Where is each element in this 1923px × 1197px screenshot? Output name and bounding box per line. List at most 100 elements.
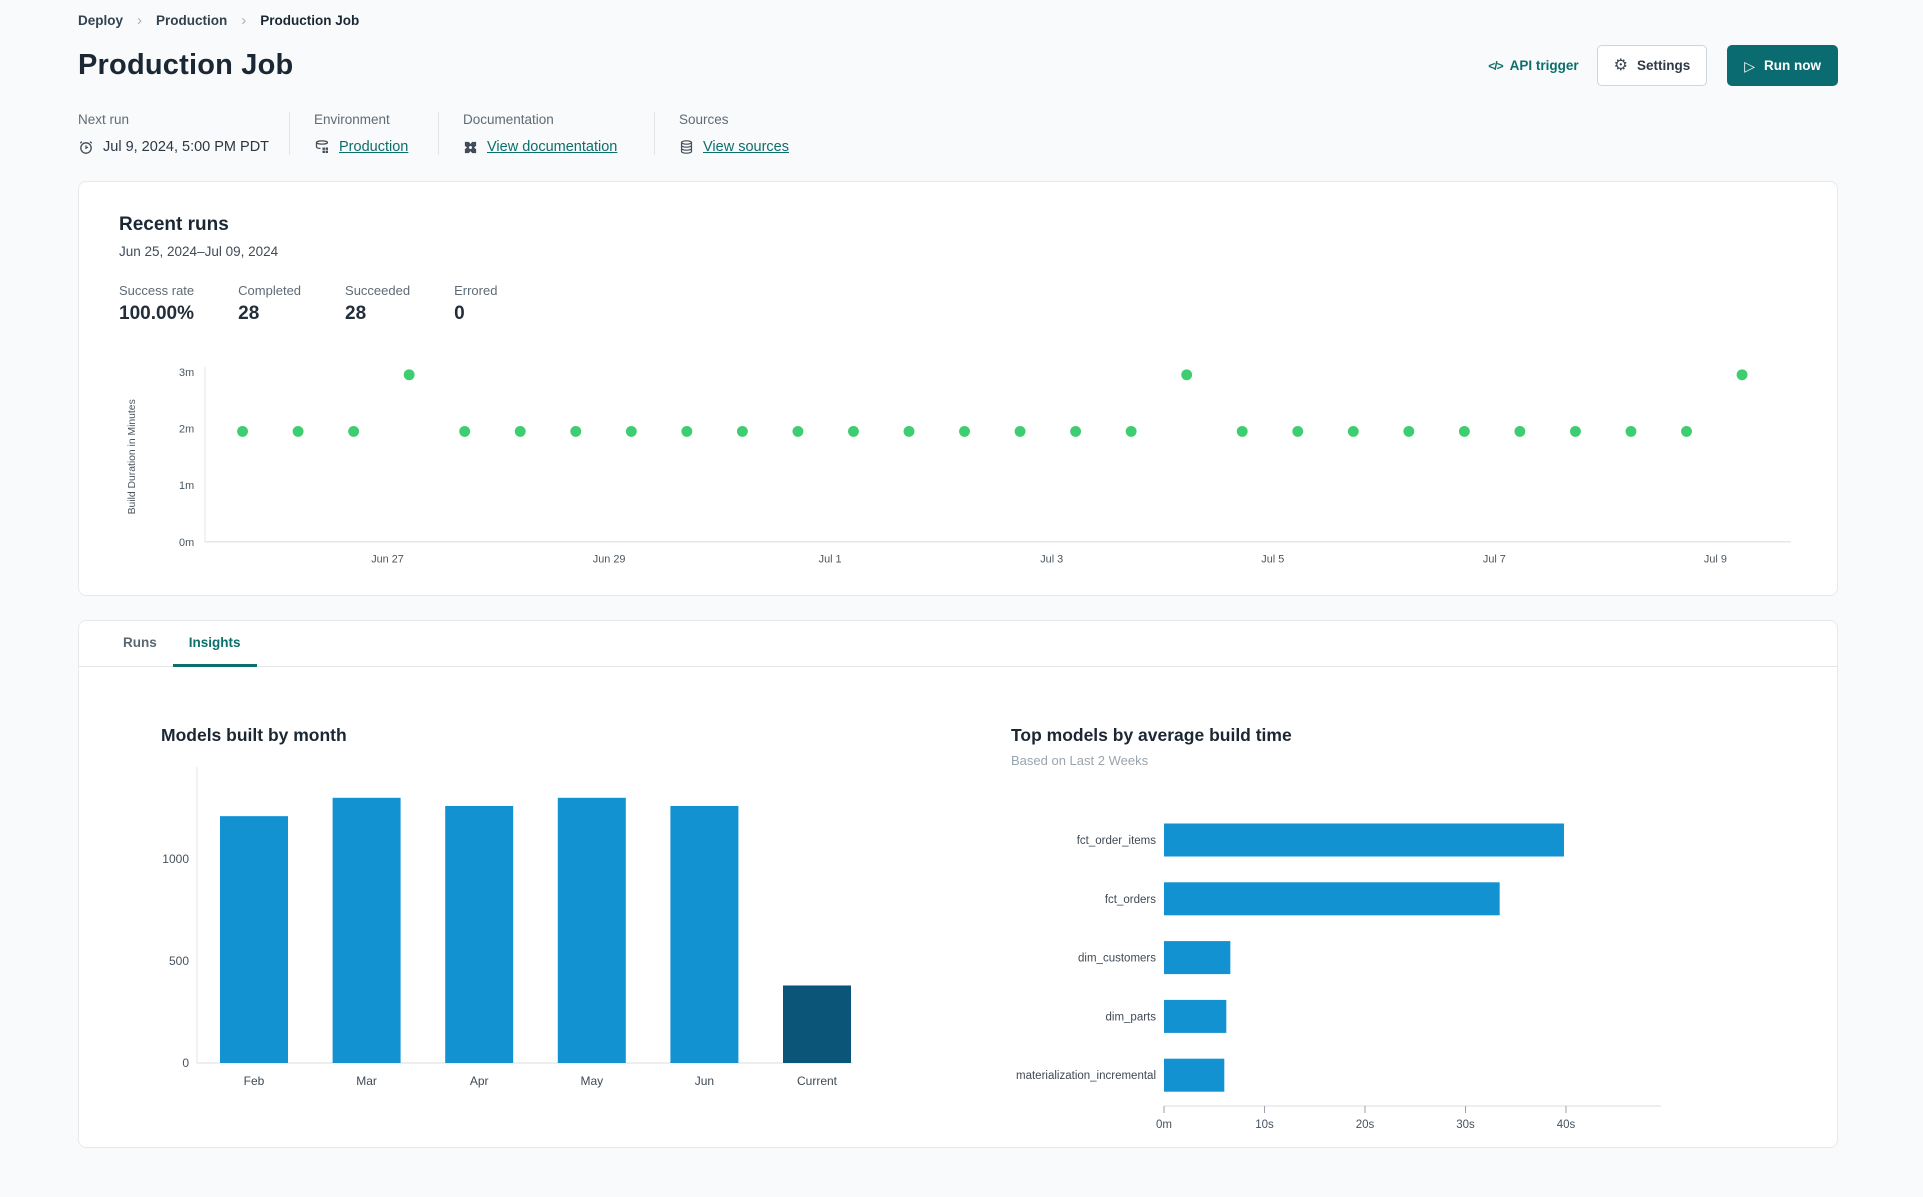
- svg-text:1000: 1000: [162, 852, 189, 866]
- run-dot[interactable]: [459, 425, 471, 437]
- models-built-bar-svg: 0 500 1000 Feb Mar Apr May Jun Current: [162, 766, 853, 1088]
- run-dot[interactable]: [1403, 425, 1415, 437]
- run-dot[interactable]: [1681, 425, 1692, 437]
- run-dot[interactable]: [1070, 425, 1082, 437]
- month-bar[interactable]: [332, 797, 401, 1063]
- play-icon: ▷: [1744, 57, 1755, 74]
- stat-success-rate: Success rate 100.00%: [119, 283, 194, 325]
- y-axis-label: Build Duration in Minutes: [127, 399, 138, 514]
- svg-text:0m: 0m: [1156, 1119, 1172, 1131]
- settings-label: Settings: [1636, 58, 1691, 73]
- month-bar[interactable]: [670, 805, 739, 1063]
- svg-text:Jun: Jun: [695, 1074, 714, 1088]
- run-dot[interactable]: [237, 425, 248, 437]
- page-title: Production Job: [78, 49, 294, 81]
- run-dot[interactable]: [1181, 369, 1193, 381]
- stat-label: Completed: [238, 283, 302, 298]
- month-bar[interactable]: [783, 984, 851, 1063]
- page-header: Production Job </> API trigger ⚙ Setting…: [78, 45, 1838, 86]
- run-dot[interactable]: [959, 425, 970, 437]
- month-bar[interactable]: [557, 797, 626, 1063]
- stat-label: Success rate: [119, 283, 195, 298]
- run-dot[interactable]: [1625, 425, 1637, 437]
- svg-text:May: May: [580, 1074, 603, 1088]
- month-bar[interactable]: [445, 805, 514, 1063]
- run-dot[interactable]: [1014, 425, 1026, 437]
- run-dot[interactable]: [1570, 425, 1581, 437]
- tab-insights[interactable]: Insights: [172, 621, 257, 667]
- sources-info: Sources View sources: [679, 112, 813, 155]
- run-dot[interactable]: [736, 425, 748, 437]
- breadcrumb-production[interactable]: Production: [156, 13, 227, 28]
- run-now-button[interactable]: ▷ Run now: [1727, 45, 1838, 86]
- run-dot[interactable]: [792, 425, 804, 437]
- top-models-hbar-svg: fct_order_items fct_orders dim_customersdi…: [1016, 823, 1661, 1131]
- environment-label: Environment: [314, 112, 390, 127]
- stat-label: Errored: [454, 283, 498, 298]
- dbt-docs-icon: [463, 140, 478, 155]
- api-trigger-label: API trigger: [1509, 58, 1579, 73]
- run-dot[interactable]: [1458, 425, 1470, 437]
- gear-icon: ⚙: [1613, 56, 1628, 74]
- svg-text:10s: 10s: [1255, 1119, 1274, 1131]
- alarm-clock-icon: [78, 139, 94, 155]
- svg-text:Jul 3: Jul 3: [1040, 554, 1063, 566]
- svg-text:1m: 1m: [179, 480, 194, 492]
- documentation-info: Documentation View documentation: [463, 112, 655, 155]
- svg-text:dim_customers: dim_customers: [1078, 952, 1156, 964]
- environment-link[interactable]: Production: [339, 139, 408, 155]
- api-trigger-link[interactable]: </> API trigger: [1488, 58, 1578, 73]
- model-bar[interactable]: [1164, 1058, 1225, 1092]
- run-dot[interactable]: [1736, 369, 1748, 381]
- svg-text:fct_order_items: fct_order_items: [1077, 835, 1157, 847]
- run-dot[interactable]: [1514, 425, 1526, 437]
- svg-text:Jul 5: Jul 5: [1261, 554, 1284, 566]
- svg-text:dim_parts: dim_parts: [1106, 1011, 1157, 1023]
- svg-text:Current: Current: [797, 1074, 838, 1088]
- run-dot[interactable]: [1236, 425, 1248, 437]
- svg-text:500: 500: [169, 954, 189, 968]
- run-dot[interactable]: [1292, 425, 1304, 437]
- breadcrumb-production-job: Production Job: [260, 13, 360, 28]
- svg-text:40s: 40s: [1557, 1119, 1576, 1131]
- run-dot[interactable]: [848, 425, 859, 437]
- run-dot[interactable]: [570, 425, 582, 437]
- run-dot[interactable]: [403, 369, 415, 381]
- stat-value: 0: [454, 303, 465, 324]
- view-documentation-link[interactable]: View documentation: [487, 139, 617, 155]
- tab-runs[interactable]: Runs: [107, 621, 173, 667]
- svg-text:Jul 1: Jul 1: [819, 554, 842, 566]
- run-dot[interactable]: [1125, 425, 1137, 437]
- model-bar[interactable]: [1164, 881, 1500, 915]
- month-bar[interactable]: [220, 815, 288, 1063]
- recent-runs-title: Recent runs: [119, 214, 229, 235]
- run-dot[interactable]: [681, 425, 693, 437]
- sources-label: Sources: [679, 112, 729, 127]
- svg-text:Jun 29: Jun 29: [593, 554, 626, 566]
- build-duration-scatter-svg: 0m 1m 2m 3m Build Duration in Minutes Jun 27 J…: [127, 367, 1792, 566]
- model-bar[interactable]: [1164, 823, 1564, 856]
- environment-info: Environment Production: [314, 112, 439, 155]
- svg-text:0: 0: [182, 1056, 189, 1070]
- recent-runs-date-range: Jun 25, 2024–Jul 09, 2024: [119, 244, 279, 259]
- environment-icon: [314, 139, 330, 155]
- svg-text:0m: 0m: [179, 537, 194, 549]
- run-dot[interactable]: [625, 425, 637, 437]
- run-dot[interactable]: [348, 425, 360, 437]
- svg-text:20s: 20s: [1356, 1119, 1375, 1131]
- svg-text:Jun 27: Jun 27: [371, 554, 404, 566]
- breadcrumb-deploy[interactable]: Deploy: [78, 13, 123, 28]
- code-icon: </>: [1488, 58, 1503, 73]
- run-dot[interactable]: [1347, 425, 1359, 437]
- model-bar[interactable]: [1164, 940, 1231, 974]
- run-dot[interactable]: [292, 425, 304, 437]
- tab-bar: Runs Insights: [79, 621, 1837, 667]
- recent-runs-stats: Success rate 100.00% Completed 28 Succee…: [119, 283, 1797, 325]
- run-dot[interactable]: [903, 425, 915, 437]
- view-sources-link[interactable]: View sources: [703, 139, 789, 155]
- model-bar[interactable]: [1164, 999, 1227, 1033]
- settings-button[interactable]: ⚙ Settings: [1596, 45, 1708, 86]
- run-dot[interactable]: [514, 425, 526, 437]
- top-models-title: Top models by average build time: [1011, 724, 1292, 745]
- recent-runs-card: Recent runs Jun 25, 2024–Jul 09, 2024 Su…: [78, 181, 1838, 596]
